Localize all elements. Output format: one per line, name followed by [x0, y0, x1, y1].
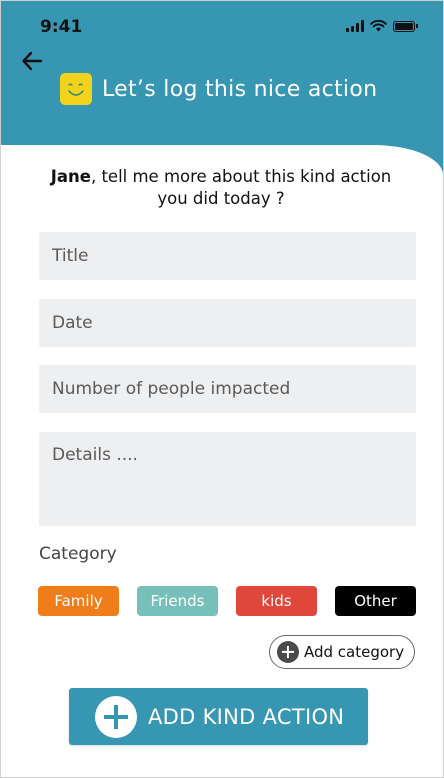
status-time: 9:41	[40, 17, 83, 37]
intro-line2: you did today ?	[157, 189, 285, 208]
user-name: Jane	[50, 167, 91, 186]
status-icons	[346, 20, 418, 32]
app-frame: 9:41 Let’s log this nice action Jane, te…	[0, 0, 444, 778]
title-field[interactable]	[39, 232, 416, 280]
header-title-row: Let’s log this nice action	[60, 73, 377, 105]
add-category-button[interactable]: Add category	[269, 635, 415, 669]
add-kind-action-button[interactable]: ADD KIND ACTION	[69, 688, 368, 745]
back-arrow-icon[interactable]	[19, 47, 47, 75]
smiley-icon	[60, 73, 92, 105]
category-chip-other[interactable]: Other	[335, 586, 416, 616]
date-field[interactable]	[39, 299, 416, 347]
people-impacted-field[interactable]	[39, 365, 416, 413]
details-field[interactable]	[39, 432, 416, 526]
category-chip-friends[interactable]: Friends	[137, 586, 218, 616]
plus-circle-icon	[95, 695, 137, 738]
intro-text: Jane, tell me more about this kind actio…	[23, 166, 419, 210]
intro-line1: , tell me more about this kind action	[90, 167, 392, 186]
page-title: Let’s log this nice action	[102, 76, 378, 102]
signal-icon	[346, 20, 364, 32]
category-chip-kids[interactable]: kids	[236, 586, 317, 616]
wifi-icon	[370, 20, 387, 32]
category-label: Category	[39, 544, 117, 564]
battery-icon	[393, 20, 418, 32]
add-kind-action-label: ADD KIND ACTION	[148, 704, 345, 729]
add-category-label: Add category	[304, 643, 405, 661]
category-chip-family[interactable]: Family	[38, 586, 119, 616]
plus-circle-icon	[277, 641, 299, 663]
